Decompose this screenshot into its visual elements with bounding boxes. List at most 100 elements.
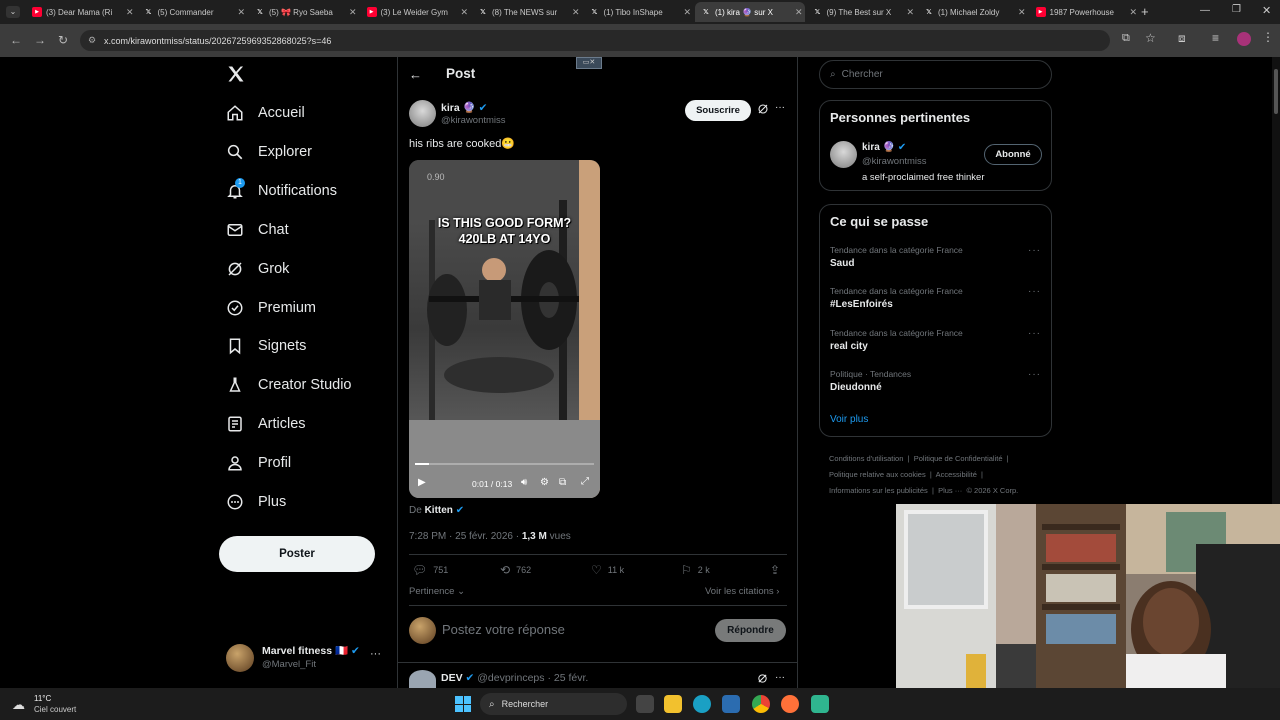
view-quotes-link[interactable]: Voir les citations › <box>705 586 779 597</box>
weather-desc[interactable]: Ciel couvert <box>34 705 76 714</box>
account-more-icon[interactable]: ··· <box>370 648 381 660</box>
browser-tab[interactable]: 𝕏 (1) kira 🔮 sur X ✕ <box>695 2 805 22</box>
fullscreen-icon[interactable]: ⤢ <box>581 476 589 487</box>
extensions-icon[interactable]: ⧈ <box>1178 31 1186 46</box>
trend-item[interactable]: Politique · Tendances Dieudonné ··· <box>830 369 1045 393</box>
video-progress-track[interactable] <box>415 463 594 465</box>
app-icon[interactable] <box>811 695 829 713</box>
windows-start-icon[interactable] <box>455 696 471 712</box>
firefox-icon[interactable] <box>781 695 799 713</box>
settings-icon[interactable]: ⚙ <box>540 477 549 488</box>
chrome-icon[interactable] <box>752 695 770 713</box>
nav-item-articles[interactable]: Articles <box>226 415 306 433</box>
ad-overlay-icon[interactable]: ▭✕ <box>576 57 602 69</box>
nav-item-premium[interactable]: Premium <box>226 299 316 317</box>
share-action[interactable]: ⇪ <box>770 563 780 577</box>
nav-item-signets[interactable]: Signets <box>226 337 306 355</box>
close-tab-icon[interactable]: ✕ <box>907 7 917 18</box>
source-name[interactable]: Kitten <box>425 505 453 516</box>
grok-icon[interactable] <box>757 673 768 684</box>
new-tab-button[interactable]: + <box>1141 4 1149 19</box>
reply-button[interactable]: Répondre <box>715 619 786 642</box>
volume-icon[interactable]: 🔊︎ <box>521 477 527 488</box>
taskbar-search[interactable]: ⌕ Rechercher <box>480 693 627 715</box>
relevant-handle[interactable]: @kirawontmiss <box>862 156 927 167</box>
close-window-button[interactable]: ✕ <box>1262 4 1271 17</box>
picture-in-picture-icon[interactable]: ⧉ <box>559 477 566 488</box>
browser-tab[interactable]: 𝕏 (8) The NEWS sur ✕ <box>472 2 582 22</box>
subscribe-button[interactable]: Souscrire <box>685 100 751 121</box>
trend-more-icon[interactable]: ··· <box>1028 369 1041 380</box>
scrollbar-thumb[interactable] <box>1274 69 1278 114</box>
nav-item-chat[interactable]: Chat <box>226 221 289 239</box>
weather-icon[interactable]: ☁ <box>12 697 25 713</box>
search-bar[interactable]: ⌕ Chercher <box>819 60 1052 89</box>
address-bar[interactable]: ⚙ x.com/kirawontmiss/status/202672596935… <box>80 30 1110 51</box>
reload-button[interactable]: ↻ <box>58 33 68 47</box>
following-button[interactable]: Abonné <box>984 144 1042 165</box>
file-explorer-icon[interactable] <box>664 695 682 713</box>
browser-menu-icon[interactable]: ⋮ <box>1262 30 1274 44</box>
play-icon[interactable]: ▶ <box>418 477 426 488</box>
author-name[interactable]: kira 🔮 ✔ <box>441 101 487 114</box>
terms-link[interactable]: Conditions d'utilisation <box>829 454 903 463</box>
trend-item[interactable]: Tendance dans la catégorie France #LesEnf… <box>830 286 1045 310</box>
timestamp-text[interactable]: 7:28 PM · 25 févr. 2026 · <box>409 531 519 542</box>
task-view-icon[interactable] <box>636 695 654 713</box>
search-input[interactable]: Chercher <box>842 69 883 80</box>
bookmark-action[interactable]: ⚐ 2 k <box>681 563 710 577</box>
browser-tab[interactable]: ▶ 1987 Powerhouse ✕ <box>1030 2 1140 22</box>
close-tab-icon[interactable]: ✕ <box>1130 7 1140 18</box>
nav-item-plus[interactable]: Plus <box>226 493 286 511</box>
trend-more-icon[interactable]: ··· <box>1028 245 1041 256</box>
forward-button[interactable]: → <box>34 33 46 47</box>
close-tab-icon[interactable]: ✕ <box>126 7 136 18</box>
post-button[interactable]: Poster <box>219 536 375 572</box>
account-switcher[interactable]: Marvel fitness 🇫🇷 ✔ @Marvel_Fit ··· <box>226 642 396 678</box>
relevant-avatar[interactable] <box>830 141 857 168</box>
nav-item-accueil[interactable]: Accueil <box>226 104 305 122</box>
nav-item-notifications[interactable]: 1 Notifications <box>226 177 337 200</box>
author-handle[interactable]: @kirawontmiss <box>441 115 506 126</box>
post-video[interactable]: 0.90 IS THIS GOOD FORM? 420LB AT 14YO ▶ … <box>409 160 600 498</box>
nav-item-grok[interactable]: Grok <box>226 260 289 278</box>
footer-more-link[interactable]: Plus ··· <box>938 486 962 495</box>
x-logo-icon[interactable] <box>226 64 246 84</box>
minimize-button[interactable]: — <box>1200 5 1210 16</box>
show-more-link[interactable]: Voir plus <box>830 414 868 425</box>
media-control-icon[interactable]: ≡ <box>1212 31 1219 45</box>
browser-tab[interactable]: ▶ (3) Dear Mama (Ri ✕ <box>26 2 136 22</box>
maximize-button[interactable]: ❐ <box>1232 4 1241 15</box>
profile-avatar-icon[interactable] <box>1237 32 1251 46</box>
relevant-name[interactable]: kira 🔮 ✔ <box>862 142 906 153</box>
reply-author-name[interactable]: DEV <box>441 672 463 684</box>
trend-item[interactable]: Tendance dans la catégorie France real ci… <box>830 328 1045 352</box>
grok-icon[interactable] <box>757 103 769 115</box>
bookmark-star-icon[interactable]: ☆ <box>1145 31 1156 45</box>
browser-tab[interactable]: 𝕏 (1) Tibo InShape ✕ <box>584 2 694 22</box>
back-arrow-icon[interactable]: ← <box>409 67 422 82</box>
close-tab-icon[interactable]: ✕ <box>1018 7 1028 18</box>
post-more-icon[interactable]: ··· <box>775 102 785 113</box>
author-avatar[interactable] <box>409 100 436 127</box>
back-button[interactable]: ← <box>10 33 22 47</box>
privacy-link[interactable]: Politique de Confidentialité <box>914 454 1003 463</box>
install-app-icon[interactable]: ⧉ <box>1122 32 1130 45</box>
site-info-icon[interactable]: ⚙ <box>88 35 96 46</box>
cookies-link[interactable]: Politique relative aux cookies <box>829 470 926 479</box>
reply-action[interactable]: 💬︎ 751 <box>412 563 448 577</box>
browser-tab[interactable]: ▶ (3) Le Weider Gym ✕ <box>361 2 471 22</box>
sort-dropdown[interactable]: Pertinence ⌄ <box>409 586 465 597</box>
nav-item-profil[interactable]: Profil <box>226 454 291 472</box>
repost-action[interactable]: ⟲ 762 <box>500 563 531 577</box>
nav-item-creator-studio[interactable]: Creator Studio <box>226 376 352 394</box>
trend-more-icon[interactable]: ··· <box>1028 328 1041 339</box>
weather-temp[interactable]: 11°C <box>34 694 51 703</box>
edge-icon[interactable] <box>693 695 711 713</box>
reply-author-handle[interactable]: @devprinceps <box>477 672 544 684</box>
ads-info-link[interactable]: Informations sur les publicités <box>829 486 928 495</box>
close-tab-icon[interactable]: ✕ <box>238 7 248 18</box>
tab-list-button[interactable]: ⌄ <box>6 6 20 18</box>
close-tab-icon[interactable]: ✕ <box>461 7 471 18</box>
trend-more-icon[interactable]: ··· <box>1028 286 1041 297</box>
